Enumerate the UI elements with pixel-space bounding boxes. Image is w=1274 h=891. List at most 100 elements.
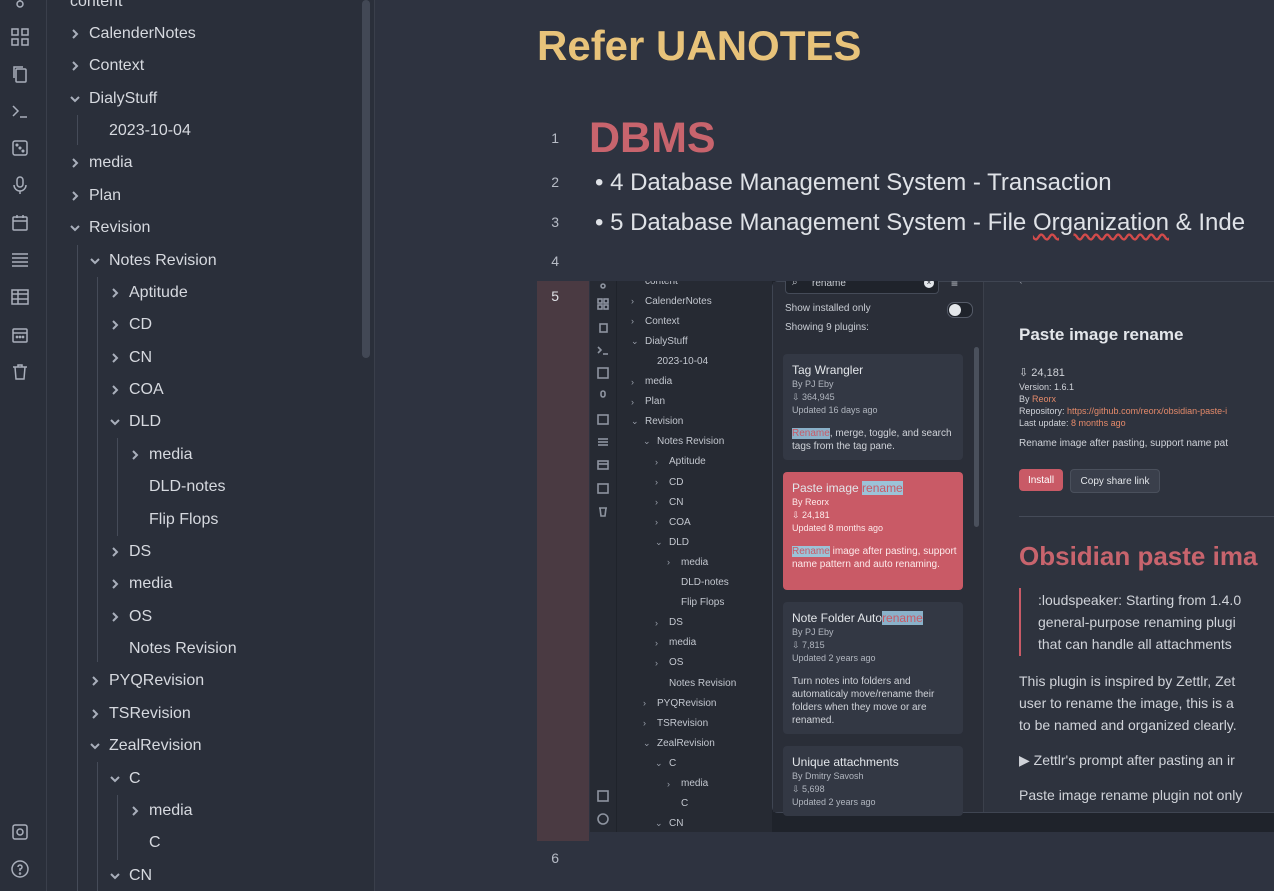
note-title[interactable]: Refer UANOTES (537, 22, 861, 70)
heading-dbms[interactable]: DBMS (589, 114, 716, 163)
chevron-down-icon (67, 220, 83, 236)
plugin-author: By Dmitry Savosh (792, 771, 864, 781)
clear-icon[interactable]: × (924, 281, 934, 288)
embed-tree-label: CalenderNotes (645, 295, 712, 307)
tree-item-zealrevision[interactable]: ZealRevision (87, 731, 201, 761)
plugin-card[interactable]: Unique attachments By Dmitry Savosh ⇩ 5,… (783, 746, 963, 816)
tree-item-cn[interactable]: CN (107, 343, 152, 373)
chevron-down-icon: ⌄ (655, 536, 663, 547)
tree-item-label: Plan (89, 187, 122, 204)
help-icon[interactable] (8, 857, 32, 881)
plugin-description: Rename image after pasting, support name… (792, 545, 957, 571)
vault-icon[interactable] (8, 820, 32, 844)
chevron-down-icon: ⌄ (631, 335, 639, 346)
tree-item-calendernotes[interactable]: CalenderNotes (67, 19, 196, 49)
dice-icon[interactable] (8, 136, 32, 160)
tree-item-c[interactable]: C (107, 764, 141, 794)
table-icon[interactable] (8, 285, 32, 309)
copy-icon[interactable] (8, 62, 32, 86)
copy-share-link-button[interactable]: Copy share link (1070, 469, 1160, 493)
table-icon (597, 458, 609, 470)
git-icon[interactable] (8, 0, 32, 16)
embed-tree-item: › CN (655, 495, 683, 509)
back-icon[interactable]: ‹ (1019, 282, 1022, 287)
tree-item-ds[interactable]: DS (107, 537, 151, 567)
list-icon[interactable] (8, 248, 32, 272)
tree-item-media[interactable]: media (127, 440, 193, 470)
embed-tree-item: ⌄ C (655, 756, 676, 770)
tree-item-c[interactable]: C (127, 828, 161, 858)
tree-item-coa[interactable]: COA (107, 375, 164, 405)
divider (1019, 516, 1274, 517)
plugin-card[interactable]: Note Folder Autorename By PJ Eby ⇩ 7,815… (783, 602, 963, 734)
sort-icon[interactable]: ≡ (951, 281, 958, 290)
embedded-screenshot-image[interactable]: content › CalenderNotes › Context ⌄ DialyStuff… (590, 281, 1274, 832)
plugin-list-scrollbar[interactable] (974, 347, 979, 527)
editor-line[interactable]: • 4 Database Management System - Transac… (595, 169, 1112, 197)
sidebar-scrollbar[interactable] (362, 0, 370, 358)
chevron-right-icon: › (655, 657, 658, 668)
author-link[interactable]: Reorx (1032, 394, 1056, 404)
chevron-right-icon (127, 447, 143, 463)
repo-link[interactable]: https://github.com/reorx/obsidian-paste-… (1067, 406, 1227, 416)
tree-item-dialystuff[interactable]: DialyStuff (67, 84, 157, 114)
trash-icon[interactable] (8, 360, 32, 384)
line-number: 5 (551, 288, 559, 304)
tree-item-media[interactable]: media (107, 569, 173, 599)
plugin-author-line: By Reorx (1019, 394, 1056, 404)
embed-tree-item: › CD (655, 475, 683, 489)
tree-item-2023-10-04[interactable]: 2023-10-04 (87, 116, 191, 146)
tree-item-revision[interactable]: Revision (67, 213, 150, 243)
calendar-icon[interactable] (8, 211, 32, 235)
plugin-detail-downloads: ⇩ 24,181 (1019, 366, 1065, 379)
chevron-right-icon (87, 673, 103, 689)
embed-tree-label: Notes Revision (657, 436, 725, 448)
tree-item-media[interactable]: media (67, 148, 133, 178)
microphone-icon[interactable] (8, 173, 32, 197)
tree-item-pyqrevision[interactable]: PYQRevision (87, 666, 204, 696)
embed-tree-label: Context (645, 315, 680, 327)
dashboard-icon[interactable] (8, 25, 32, 49)
tree-item-plan[interactable]: Plan (67, 181, 121, 211)
tree-item-tsrevision[interactable]: TSRevision (87, 699, 191, 729)
tree-item-content[interactable]: content (67, 0, 122, 17)
install-button[interactable]: Install (1019, 469, 1063, 491)
embed-tree-item: ⌄ CN (655, 817, 683, 831)
calendar-grid-icon[interactable] (8, 323, 32, 347)
tree-item-aptitude[interactable]: Aptitude (107, 278, 188, 308)
embed-tree-item: › media (655, 636, 696, 650)
tree-item-notes-revision[interactable]: Notes Revision (87, 246, 217, 276)
plugin-name-text: Paste image (792, 481, 863, 495)
download-icon: ⇩ (792, 510, 803, 520)
chevron-right-icon (107, 285, 123, 301)
tree-item-dld-notes[interactable]: DLD-notes (127, 472, 225, 502)
plugin-card-selected[interactable]: Paste image rename By Reorx ⇩ 24,181 Upd… (783, 472, 963, 590)
show-installed-toggle[interactable] (947, 302, 973, 318)
tree-item-dld[interactable]: DLD (107, 407, 161, 437)
tree-item-cd[interactable]: CD (107, 310, 152, 340)
tree-item-label: Aptitude (129, 284, 188, 301)
search-highlight: rename (862, 481, 903, 495)
plugin-updated: Updated 2 years ago (792, 797, 876, 807)
details-summary[interactable]: ▶ Zettlr's prompt after pasting an ir (1019, 752, 1235, 769)
plugin-author: By PJ Eby (792, 379, 834, 389)
terminal-icon[interactable] (8, 99, 32, 123)
editor-line[interactable]: • 5 Database Management System - File Or… (595, 209, 1245, 237)
tree-item-flip-flops[interactable]: Flip Flops (127, 505, 218, 535)
tree-item-label: 2023-10-04 (109, 122, 191, 139)
plugin-card[interactable]: Tag Wrangler By PJ Eby ⇩ 364,945 Updated… (783, 354, 963, 460)
tree-item-notes-revision[interactable]: Notes Revision (107, 634, 237, 664)
embed-tree-item: › Plan (631, 395, 665, 409)
tree-item-os[interactable]: OS (107, 602, 152, 632)
vault-icon (597, 789, 609, 802)
tree-item-label: CN (129, 349, 153, 366)
embed-tree-item: ⌄ Notes Revision (643, 435, 724, 449)
plugin-downloads: ⇩ 24,181 (792, 509, 830, 522)
dice-icon (597, 366, 609, 379)
download-icon: ⇩ (792, 640, 803, 650)
tree-item-cn[interactable]: CN (107, 861, 152, 891)
tree-item-media[interactable]: media (127, 796, 193, 826)
tree-item-context[interactable]: Context (67, 51, 144, 81)
plugin-search-input[interactable]: ⌕ rename × (785, 281, 939, 294)
plugin-updated: Updated 8 months ago (792, 523, 884, 533)
